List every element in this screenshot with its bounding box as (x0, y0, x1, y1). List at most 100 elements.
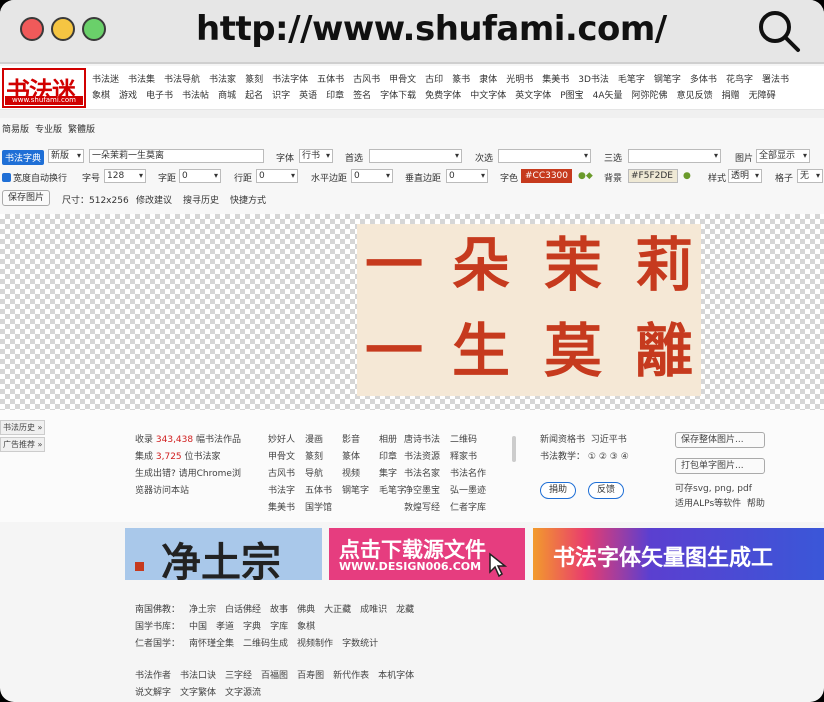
char-spacing-select[interactable]: 0 (179, 169, 221, 183)
nav-link-2-15[interactable]: 4A矢量 (593, 88, 623, 101)
nav-link-2-18[interactable]: 捐赠 (722, 88, 740, 101)
footer1-link-7[interactable]: 龙藏 (396, 605, 414, 615)
background-color-input[interactable]: #F5F2DE (628, 169, 678, 183)
nav-link-17[interactable]: 多体书 (690, 72, 717, 85)
text-color-input[interactable]: #CC3300 (521, 169, 573, 183)
nav-link-0[interactable]: 书法迷 (92, 72, 119, 85)
nav-link-2[interactable]: 书法导航 (164, 72, 200, 85)
image-display-select[interactable]: 全部显示 (756, 149, 810, 163)
nav-link-4[interactable]: 篆刻 (245, 72, 263, 85)
pack-chars-button[interactable]: 打包单字图片... (675, 458, 765, 474)
bg-picker-icon[interactable]: ● (683, 171, 691, 181)
link-b-9[interactable]: 导航 (305, 466, 332, 483)
search-icon[interactable] (757, 9, 801, 53)
banner-download[interactable]: 点击下载源文件 WWW.DESIGN006.COM (329, 528, 525, 580)
link-b-13[interactable]: 五体书 (305, 483, 332, 500)
color-picker-icon[interactable]: ●◆ (578, 171, 593, 181)
link-b-4[interactable]: 甲骨文 (268, 449, 295, 466)
save-all-button[interactable]: 保存整体图片... (675, 432, 765, 448)
footer1-link-6[interactable]: 成唯识 (360, 605, 387, 615)
nav-link-2-0[interactable]: 象棋 (92, 88, 110, 101)
first-choice-select[interactable] (369, 149, 462, 163)
footer2-link-5[interactable]: 象棋 (297, 622, 315, 632)
footer2-link-0[interactable]: 国学书库： (135, 622, 180, 632)
nav-link-12[interactable]: 光明书 (506, 72, 533, 85)
font-select[interactable]: 行书 (299, 149, 333, 163)
nav-link-2-10[interactable]: 字体下载 (380, 88, 416, 101)
scrollbar[interactable] (512, 436, 516, 462)
dictionary-badge[interactable]: 书法字典 (2, 150, 45, 165)
link-b-11[interactable]: 集字 (379, 466, 406, 483)
footer1-link-5[interactable]: 大正藏 (324, 605, 351, 615)
history-toggle[interactable]: 书法历史 » (0, 420, 46, 435)
nav-link-2-6[interactable]: 识字 (272, 88, 290, 101)
text-input[interactable]: 一朵茉莉一生莫离 (89, 149, 264, 163)
nav-link-2-4[interactable]: 商城 (218, 88, 236, 101)
banner-vector-tool[interactable]: 书法字体矢量图生成工 (533, 528, 824, 580)
nav-link-15[interactable]: 毛笔字 (618, 72, 645, 85)
style-select[interactable]: 透明 (728, 169, 762, 183)
third-choice-select[interactable] (628, 149, 721, 163)
footer4-link-3[interactable]: 百福图 (261, 671, 288, 681)
close-window-button[interactable] (20, 17, 44, 41)
favorites-toggle[interactable]: 广告推荐 » (0, 437, 46, 452)
mode-link-1[interactable]: 专业版 (35, 125, 62, 135)
footer5-link-0[interactable]: 说文解字 (135, 688, 171, 698)
link-b-10[interactable]: 视频 (342, 466, 369, 483)
mode-link-0[interactable]: 简易版 (2, 125, 29, 135)
calligraphy-preview[interactable]: 一 朵 茉 莉 一 生 莫 離 (357, 224, 701, 396)
footer5-link-1[interactable]: 文字繁体 (180, 688, 216, 698)
nav-link-3[interactable]: 书法家 (209, 72, 236, 85)
footer1-link-0[interactable]: 南国佛教： (135, 605, 180, 615)
footer3-link-3[interactable]: 视频制作 (297, 639, 333, 649)
address-bar[interactable]: http://www.shufami.com/ (196, 9, 667, 49)
link-c-5[interactable]: 书法名作 (450, 466, 486, 483)
site-logo[interactable]: 书法迷 www.shufami.com (2, 68, 86, 108)
footer2-link-4[interactable]: 字库 (270, 622, 288, 632)
link-c-8[interactable]: 敦煌写经 (404, 500, 440, 517)
link-c-6[interactable]: 净空墨宝 (404, 483, 440, 500)
nav-link-2-12[interactable]: 中文字体 (470, 88, 506, 101)
nav-link-2-17[interactable]: 意见反馈 (677, 88, 713, 101)
footer3-link-0[interactable]: 仁者国学： (135, 639, 180, 649)
footer2-link-3[interactable]: 字典 (243, 622, 261, 632)
nav-link-2-5[interactable]: 起名 (245, 88, 263, 101)
link-c-3[interactable]: 释家书 (450, 449, 486, 466)
nav-link-18[interactable]: 花鸟字 (726, 72, 753, 85)
footer2-link-1[interactable]: 中国 (189, 622, 207, 632)
horizontal-margin-select[interactable]: 0 (351, 169, 393, 183)
footer1-link-3[interactable]: 故事 (270, 605, 288, 615)
link-b-1[interactable]: 漫画 (305, 432, 332, 449)
nav-link-2-13[interactable]: 英文字体 (515, 88, 551, 101)
link-b-6[interactable]: 篆体 (342, 449, 369, 466)
minimize-window-button[interactable] (51, 17, 75, 41)
maximize-window-button[interactable] (82, 17, 106, 41)
nav-link-10[interactable]: 篆书 (452, 72, 470, 85)
link-b-12[interactable]: 书法字 (268, 483, 295, 500)
shortcut-link[interactable]: 快捷方式 (230, 193, 266, 206)
link-b-2[interactable]: 影音 (342, 432, 369, 449)
footer3-link-1[interactable]: 南怀瑾全集 (189, 639, 234, 649)
banner-jingtu[interactable]: 净土宗 (125, 528, 322, 580)
link-b-3[interactable]: 相册 (379, 432, 406, 449)
save-image-button[interactable]: 保存图片 (2, 190, 51, 206)
script-select[interactable]: 新版 (48, 149, 84, 163)
history-link[interactable]: 搜寻历史 (183, 193, 219, 206)
nav-link-14[interactable]: 3D书法 (578, 72, 609, 85)
nav-link-5[interactable]: 书法字体 (272, 72, 308, 85)
link-b-5[interactable]: 篆刻 (305, 449, 332, 466)
grid-select[interactable]: 无 (797, 169, 823, 183)
link-b-15[interactable]: 毛笔字 (379, 483, 406, 500)
font-size-select[interactable]: 128 (104, 169, 146, 183)
nav-link-19[interactable]: 署法书 (762, 72, 789, 85)
link-b-14[interactable]: 钢笔字 (342, 483, 369, 500)
auto-wrap-checkbox[interactable]: 宽度自动换行 (2, 171, 67, 184)
footer1-link-2[interactable]: 白话佛经 (225, 605, 261, 615)
link-c-2[interactable]: 书法资源 (404, 449, 440, 466)
nav-link-8[interactable]: 甲骨文 (389, 72, 416, 85)
footer4-link-1[interactable]: 书法口诀 (180, 671, 216, 681)
nav-link-6[interactable]: 五体书 (317, 72, 344, 85)
nav-link-2-9[interactable]: 签名 (353, 88, 371, 101)
feedback-button[interactable]: 反馈 (588, 482, 625, 499)
link-c-4[interactable]: 书法名家 (404, 466, 440, 483)
